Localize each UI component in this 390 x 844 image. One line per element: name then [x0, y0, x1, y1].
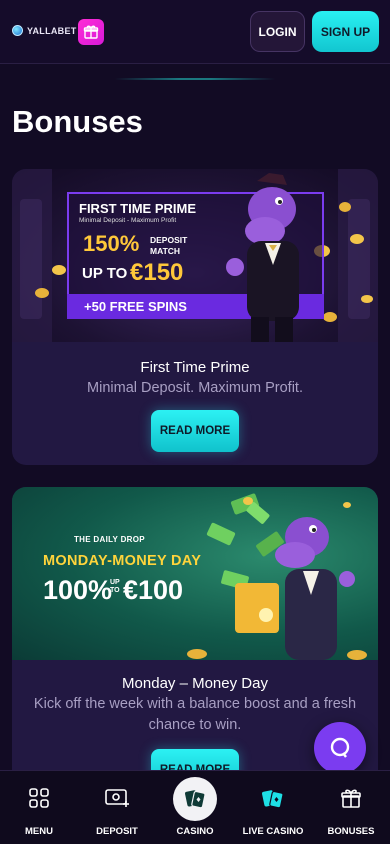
bottom-navigation: MENU DEPOSIT CASINO LIVE CASINO BONUSES — [0, 770, 390, 844]
nav-label: CASINO — [176, 826, 214, 837]
banner-amount: €100 — [123, 575, 184, 605]
nav-label: DEPOSIT — [96, 826, 138, 837]
nav-label: MENU — [25, 826, 53, 837]
nav-menu[interactable]: MENU — [0, 771, 78, 844]
bonus-banner-image: THE DAILY DROP MONDAY-MONEY DAY 100% UP … — [12, 487, 378, 660]
banner-free-spins: +50 FREE SPINS — [84, 299, 187, 314]
nav-label: BONUSES — [327, 826, 375, 837]
bonus-title: First Time Prime — [140, 359, 250, 376]
banner-subline: Minimal Deposit - Maximum Profit — [79, 217, 177, 224]
divider — [115, 78, 275, 80]
chat-icon — [330, 737, 350, 758]
live-cards-icon — [262, 790, 284, 809]
login-button[interactable]: LOGIN — [250, 11, 305, 52]
bonus-description: Minimal Deposit. Maximum Profit. — [87, 380, 303, 396]
gift-button[interactable] — [78, 19, 104, 45]
banner-deposit-match: DEPOSIT MATCH — [150, 235, 188, 256]
bonus-description: Kick off the week with a balance boost a… — [33, 696, 357, 733]
banner-kicker: THE DAILY DROP — [74, 535, 145, 544]
bonus-title: Monday – Money Day — [122, 675, 268, 692]
signup-button[interactable]: SIGN UP — [312, 11, 379, 52]
banner-up-to: UP TO — [110, 579, 120, 594]
banner-headline: MONDAY-MONEY DAY — [43, 553, 202, 569]
nav-live-casino[interactable]: LIVE CASINO — [234, 771, 312, 844]
hippo-mascot-illustration — [226, 173, 299, 342]
top-header: YALLABET LOGIN SIGN UP — [0, 0, 390, 64]
logo[interactable]: YALLABET — [12, 25, 77, 36]
nav-deposit[interactable]: DEPOSIT — [78, 771, 156, 844]
nav-bonuses[interactable]: BONUSES — [312, 771, 390, 844]
bonus-card-first-time-prime[interactable]: FIRST TIME PRIME Minimal Deposit - Maxim… — [12, 169, 378, 465]
banner-amount: €150 — [130, 259, 184, 286]
chat-button[interactable] — [314, 722, 366, 774]
banner-percent: 150% — [83, 231, 140, 256]
deposit-icon — [105, 789, 129, 807]
logo-text: YALLABET — [27, 25, 77, 36]
gift-icon — [341, 789, 361, 808]
gift-icon — [83, 25, 99, 39]
globe-icon — [12, 25, 23, 36]
casino-circle — [173, 777, 217, 821]
banner-headline: FIRST TIME PRIME — [79, 201, 196, 216]
page-title: Bonuses — [12, 104, 143, 139]
cards-icon — [185, 790, 206, 809]
nav-label: LIVE CASINO — [242, 826, 304, 837]
nav-casino[interactable]: CASINO — [156, 771, 234, 844]
hippo-mascot-illustration — [275, 517, 355, 660]
grid-icon — [29, 788, 49, 808]
banner-percent: 100% — [43, 575, 113, 605]
banner-up-to: UP TO — [82, 265, 128, 282]
read-more-button[interactable]: READ MORE — [151, 410, 239, 452]
bonus-banner-image: FIRST TIME PRIME Minimal Deposit - Maxim… — [12, 169, 378, 342]
